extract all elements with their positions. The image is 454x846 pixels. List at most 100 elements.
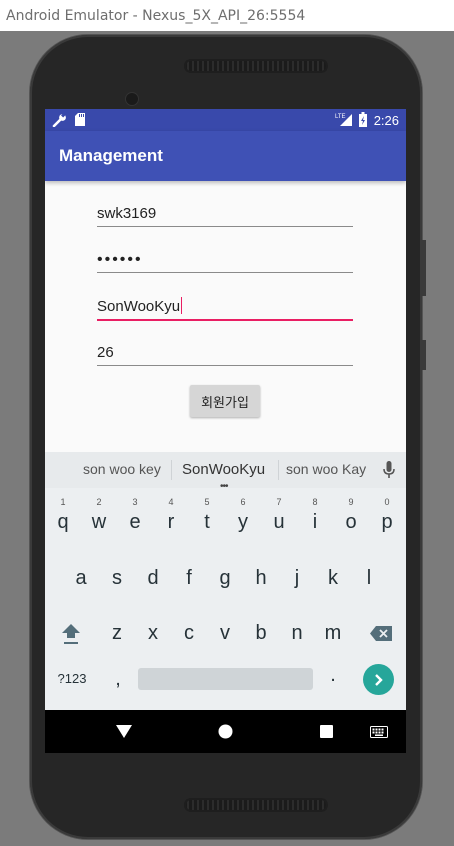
suggestion-divider: [278, 460, 279, 480]
enter-key[interactable]: [363, 664, 394, 695]
period-key[interactable]: .: [315, 652, 351, 698]
key-label: h: [255, 567, 267, 589]
suggestion-strip: son woo key SonWooKyu ••• son woo Kay: [45, 452, 406, 492]
app-title: Management: [59, 146, 163, 165]
key-m[interactable]: m: [315, 610, 351, 656]
svg-text:LTE: LTE: [335, 114, 346, 120]
volume-button[interactable]: [422, 240, 426, 296]
key-label: v: [220, 622, 230, 644]
key-f[interactable]: f: [171, 555, 207, 601]
key-b[interactable]: b: [243, 610, 279, 656]
name-value: SonWooKyu: [97, 298, 181, 315]
key-t[interactable]: 5t: [189, 497, 225, 545]
bottom-speaker: [184, 798, 328, 812]
device-screen: LTE 2:26 Management swk3169 •••••• SonWo…: [45, 109, 406, 753]
key-a[interactable]: a: [63, 555, 99, 601]
key-y[interactable]: 6y: [225, 497, 261, 545]
backspace-icon: [370, 626, 392, 641]
soft-keyboard: son woo key SonWooKyu ••• son woo Kay 1q…: [45, 452, 406, 710]
key-label: ,: [115, 668, 121, 690]
suggestion-2[interactable]: SonWooKyu: [182, 461, 265, 478]
microphone-icon[interactable]: [383, 461, 395, 479]
status-bar: LTE 2:26: [45, 109, 406, 131]
front-camera: [126, 93, 138, 105]
key-label: z: [112, 622, 122, 644]
wrench-icon: [52, 113, 66, 127]
key-label: f: [186, 567, 192, 589]
key-z[interactable]: z: [99, 610, 135, 656]
key-l[interactable]: l: [351, 555, 387, 601]
keyboard-icon[interactable]: [370, 726, 388, 738]
emulator-title-bar: Android Emulator - Nexus_5X_API_26:5554: [0, 0, 454, 31]
key-hint: 7: [276, 497, 282, 507]
key-label: a: [75, 567, 87, 589]
username-field[interactable]: swk3169: [97, 195, 353, 227]
nav-recents-icon[interactable]: [320, 725, 333, 738]
shift-key[interactable]: [53, 610, 87, 656]
symbols-key[interactable]: ?123: [53, 656, 91, 702]
space-bar[interactable]: [138, 668, 313, 690]
key-hint: 1: [60, 497, 66, 507]
password-field[interactable]: ••••••: [97, 241, 353, 273]
key-label: b: [255, 622, 267, 644]
key-h[interactable]: h: [243, 555, 279, 601]
nav-home-icon[interactable]: [218, 724, 233, 739]
status-time: 2:26: [373, 113, 399, 128]
key-label: ?123: [57, 671, 87, 686]
key-label: k: [328, 567, 338, 589]
key-label: g: [219, 567, 231, 589]
key-w[interactable]: 2w: [81, 497, 117, 545]
password-value: ••••••: [97, 251, 143, 268]
username-value: swk3169: [97, 205, 157, 222]
key-label: l: [366, 567, 372, 589]
key-hint: 6: [240, 497, 246, 507]
key-g[interactable]: g: [207, 555, 243, 601]
key-hint: 0: [384, 497, 390, 507]
suggestion-1[interactable]: son woo key: [83, 461, 161, 477]
enter-icon: [374, 673, 383, 686]
app-bar: Management: [45, 131, 406, 181]
age-field[interactable]: 26: [97, 334, 353, 366]
key-label: j: [294, 567, 300, 589]
signup-button[interactable]: 회원가입: [190, 385, 260, 417]
key-hint: 2: [96, 497, 102, 507]
key-label: n: [291, 622, 303, 644]
key-o[interactable]: 9o: [333, 497, 369, 545]
nav-back-icon[interactable]: [116, 725, 132, 738]
key-hint: 5: [204, 497, 210, 507]
key-n[interactable]: n: [279, 610, 315, 656]
key-label: x: [148, 622, 158, 644]
power-button[interactable]: [422, 340, 426, 370]
sd-card-icon: [75, 113, 85, 126]
suggestion-3[interactable]: son woo Kay: [286, 461, 366, 477]
key-u[interactable]: 7u: [261, 497, 297, 545]
more-suggestions-icon[interactable]: •••: [220, 481, 228, 492]
key-i[interactable]: 8i: [297, 497, 333, 545]
key-s[interactable]: s: [99, 555, 135, 601]
top-speaker: [184, 59, 328, 73]
key-x[interactable]: x: [135, 610, 171, 656]
name-value-wrap: SonWooKyu: [97, 297, 183, 315]
key-label: m: [324, 622, 342, 644]
age-value: 26: [97, 344, 114, 361]
suggestion-divider: [171, 460, 172, 480]
name-field[interactable]: SonWooKyu: [97, 289, 353, 321]
key-v[interactable]: v: [207, 610, 243, 656]
key-e[interactable]: 3e: [117, 497, 153, 545]
key-q[interactable]: 1q: [45, 497, 81, 545]
key-label: s: [112, 567, 122, 589]
key-r[interactable]: 4r: [153, 497, 189, 545]
key-c[interactable]: c: [171, 610, 207, 656]
signal-icon: LTE: [335, 114, 352, 126]
key-hint: 3: [132, 497, 138, 507]
key-p[interactable]: 0p: [369, 497, 405, 545]
key-label: d: [147, 567, 159, 589]
emulator-title: Android Emulator - Nexus_5X_API_26:5554: [6, 7, 306, 24]
comma-key[interactable]: ,: [100, 656, 136, 702]
backspace-key[interactable]: [363, 610, 397, 656]
key-d[interactable]: d: [135, 555, 171, 601]
key-j[interactable]: j: [279, 555, 315, 601]
key-k[interactable]: k: [315, 555, 351, 601]
key-label: .: [330, 664, 336, 686]
battery-icon: [359, 112, 367, 127]
